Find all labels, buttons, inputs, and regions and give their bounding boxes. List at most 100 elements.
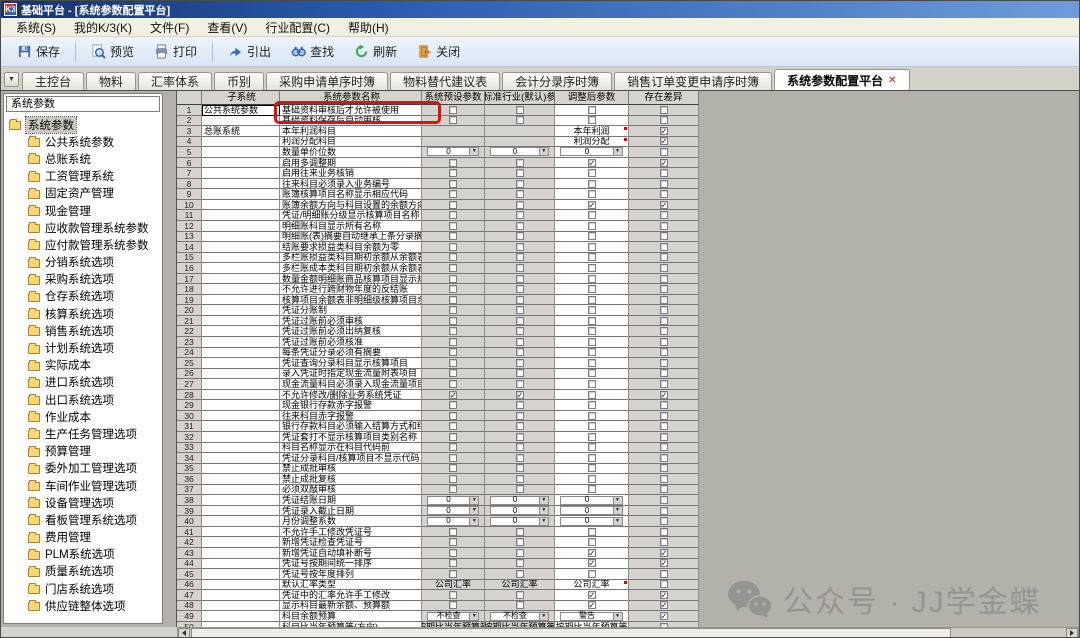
param-checkbox[interactable]: ✓: [588, 601, 596, 609]
row-number-cell[interactable]: 13: [177, 232, 202, 243]
param-checkbox[interactable]: [588, 443, 596, 451]
subsystem-cell[interactable]: [202, 221, 280, 232]
tab-物料替代建议表[interactable]: 物料替代建议表: [390, 72, 500, 90]
row-number-cell[interactable]: 10: [177, 200, 202, 211]
param-checkbox[interactable]: [449, 106, 457, 114]
dropdown-arrow-icon[interactable]: ▼: [469, 518, 478, 525]
subsystem-cell[interactable]: [202, 474, 280, 485]
param-checkbox[interactable]: [660, 570, 668, 578]
param-checkbox[interactable]: ✓: [660, 201, 668, 209]
param-checkbox[interactable]: [449, 443, 457, 451]
param-checkbox[interactable]: [660, 264, 668, 272]
param-checkbox[interactable]: [449, 570, 457, 578]
param-dropdown[interactable]: 0▼: [427, 517, 480, 526]
param-checkbox[interactable]: [660, 454, 668, 462]
param-checkbox[interactable]: [516, 369, 524, 377]
row-number-cell[interactable]: 4: [177, 137, 202, 148]
row-number-cell[interactable]: 16: [177, 263, 202, 274]
param-checkbox[interactable]: [660, 190, 668, 198]
param-checkbox[interactable]: [660, 401, 668, 409]
row-number-cell[interactable]: 37: [177, 485, 202, 496]
tree-item-预算管理[interactable]: 预算管理: [4, 443, 162, 460]
param-checkbox[interactable]: ✓: [660, 591, 668, 599]
tree-item-PLM系统选项[interactable]: PLM系统选项: [4, 546, 162, 563]
param-checkbox[interactable]: [588, 359, 596, 367]
subsystem-cell[interactable]: [202, 316, 280, 327]
param-checkbox[interactable]: [588, 190, 596, 198]
param-name-cell[interactable]: 不允许手工修改凭证号: [280, 527, 422, 538]
tree-item-费用管理[interactable]: 费用管理: [4, 529, 162, 546]
param-checkbox[interactable]: [516, 570, 524, 578]
dropdown-arrow-icon[interactable]: ▼: [469, 613, 478, 620]
tree-item-固定资产管理[interactable]: 固定资产管理: [4, 185, 162, 202]
param-checkbox[interactable]: [449, 222, 457, 230]
tree-item-质量系统选项[interactable]: 质量系统选项: [4, 563, 162, 580]
subsystem-cell[interactable]: [202, 611, 280, 622]
subsystem-cell[interactable]: [202, 189, 280, 200]
subsystem-cell[interactable]: [202, 358, 280, 369]
subsystem-cell[interactable]: [202, 326, 280, 337]
subsystem-cell[interactable]: [202, 390, 280, 401]
param-checkbox[interactable]: [449, 243, 457, 251]
row-number-cell[interactable]: 17: [177, 274, 202, 285]
row-number-cell[interactable]: 6: [177, 158, 202, 169]
param-checkbox[interactable]: [449, 275, 457, 283]
param-checkbox[interactable]: [449, 559, 457, 567]
row-number-cell[interactable]: 5: [177, 147, 202, 158]
param-checkbox[interactable]: ✓: [449, 391, 457, 399]
dropdown-arrow-icon[interactable]: ▼: [539, 613, 548, 620]
param-checkbox[interactable]: [449, 485, 457, 493]
subsystem-cell[interactable]: [202, 559, 280, 570]
param-checkbox[interactable]: [516, 348, 524, 356]
subsystem-cell[interactable]: [202, 305, 280, 316]
param-name-cell[interactable]: 禁止成批复核: [280, 474, 422, 485]
row-number-cell[interactable]: 7: [177, 168, 202, 179]
tree-item-仓存系统选项[interactable]: 仓存系统选项: [4, 288, 162, 305]
param-checkbox[interactable]: ✓: [588, 201, 596, 209]
param-checkbox[interactable]: [660, 253, 668, 261]
param-name-cell[interactable]: 凭证过账前必须出纳复核: [280, 326, 422, 337]
param-dropdown[interactable]: 0▼: [560, 517, 622, 526]
param-checkbox[interactable]: [660, 380, 668, 388]
row-number-cell[interactable]: 36: [177, 474, 202, 485]
subsystem-cell[interactable]: [202, 232, 280, 243]
param-checkbox[interactable]: [660, 296, 668, 304]
param-checkbox[interactable]: [516, 401, 524, 409]
param-checkbox[interactable]: [588, 380, 596, 388]
param-checkbox[interactable]: [449, 264, 457, 272]
scrollbar-thumb[interactable]: [191, 628, 951, 638]
tree-item-生产任务管理选项[interactable]: 生产任务管理选项: [4, 425, 162, 442]
param-name-cell[interactable]: 月份调整系数: [280, 516, 422, 527]
param-name-cell[interactable]: 数量单价位数: [280, 147, 422, 158]
param-checkbox[interactable]: ✓: [660, 137, 668, 145]
subsystem-cell[interactable]: [202, 601, 280, 612]
param-checkbox[interactable]: [660, 507, 668, 515]
param-checkbox[interactable]: ✓: [660, 127, 668, 135]
preview-button[interactable]: 预览: [81, 39, 144, 64]
param-checkbox[interactable]: [449, 190, 457, 198]
subsystem-cell[interactable]: [202, 379, 280, 390]
param-checkbox[interactable]: [660, 496, 668, 504]
row-number-cell[interactable]: 47: [177, 590, 202, 601]
param-checkbox[interactable]: ✓: [516, 391, 524, 399]
tree-item-总账系统[interactable]: 总账系统: [4, 150, 162, 167]
row-number-cell[interactable]: 24: [177, 348, 202, 359]
param-checkbox[interactable]: [449, 116, 457, 124]
param-checkbox[interactable]: [588, 232, 596, 240]
param-checkbox[interactable]: [516, 549, 524, 557]
subsystem-cell[interactable]: [202, 168, 280, 179]
param-checkbox[interactable]: [516, 422, 524, 430]
menu-item[interactable]: 查看(V): [198, 18, 256, 37]
param-checkbox[interactable]: [449, 306, 457, 314]
param-checkbox[interactable]: [516, 180, 524, 188]
param-checkbox[interactable]: [449, 549, 457, 557]
param-checkbox[interactable]: [516, 538, 524, 546]
row-number-cell[interactable]: 43: [177, 548, 202, 559]
param-checkbox[interactable]: [449, 369, 457, 377]
param-checkbox[interactable]: [660, 338, 668, 346]
param-checkbox[interactable]: [516, 591, 524, 599]
subsystem-cell[interactable]: 总账系统: [202, 126, 280, 137]
param-checkbox[interactable]: [516, 485, 524, 493]
param-checkbox[interactable]: [660, 422, 668, 430]
row-number-cell[interactable]: 11: [177, 210, 202, 221]
